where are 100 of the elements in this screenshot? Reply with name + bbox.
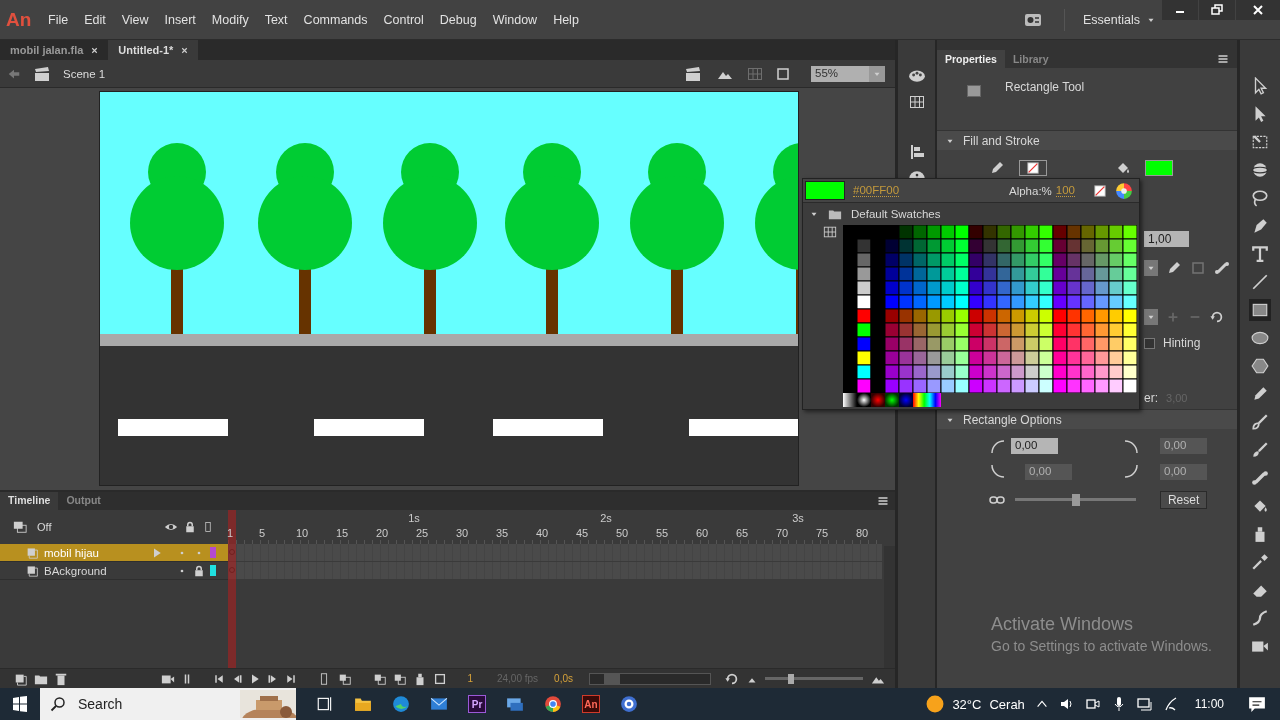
minimize-icon[interactable] (1162, 0, 1198, 20)
curve-tool-icon[interactable] (1251, 609, 1269, 627)
document-tab[interactable]: mobil jalan.fla (0, 40, 109, 60)
panel-tab[interactable]: Library (1004, 50, 1057, 68)
temperature[interactable]: 32°C (952, 696, 982, 712)
layer-color-swatch[interactable] (210, 565, 216, 576)
lock-icon[interactable] (193, 564, 205, 577)
frame-number: 40 (535, 527, 549, 539)
elapsed-time[interactable]: 0,0s (554, 673, 573, 684)
menu-item[interactable]: Debug (431, 12, 485, 27)
slider-thumb[interactable] (788, 673, 795, 684)
browser-icon[interactable] (544, 695, 562, 713)
swatch-grid[interactable] (843, 225, 1137, 393)
task-view-icon[interactable] (316, 695, 334, 713)
taskbar-app-button[interactable]: An (582, 695, 600, 713)
lasso-icon[interactable] (1251, 189, 1269, 207)
globe-icon[interactable] (1251, 161, 1269, 179)
polygon-tool-icon[interactable] (1251, 357, 1269, 375)
current-color-swatch[interactable] (805, 181, 845, 200)
reset-icon[interactable] (1210, 310, 1224, 324)
speaker-icon[interactable] (1058, 696, 1075, 712)
color-wheel-icon[interactable] (1115, 181, 1133, 200)
pencil-icon[interactable] (1166, 260, 1182, 276)
alpha-value[interactable]: 100 (1055, 184, 1075, 197)
taskbar-app-button[interactable]: Pr (468, 695, 486, 713)
menu-item[interactable]: Insert (156, 12, 204, 27)
menu-item[interactable]: Window (484, 12, 546, 27)
network-icon[interactable] (1136, 696, 1153, 712)
layer-color-swatch[interactable] (210, 547, 216, 558)
dropdown[interactable] (1144, 260, 1158, 276)
menu-item[interactable]: Help (545, 12, 587, 27)
weather-icon[interactable] (926, 695, 945, 713)
last-frame-icon[interactable] (285, 672, 298, 685)
pen-icon[interactable] (1251, 217, 1269, 235)
panel-tab[interactable]: Timeline (0, 492, 59, 510)
zoom-field[interactable]: 55% (811, 65, 869, 82)
first-frame-icon[interactable] (213, 672, 226, 685)
grid-icon[interactable] (823, 225, 837, 239)
menu-item[interactable]: Commands (295, 12, 376, 27)
zoom-dropdown[interactable] (869, 65, 885, 82)
gear-icon[interactable] (620, 695, 638, 713)
rectangle-tool-icon[interactable] (1251, 301, 1269, 319)
fill-color-swatch[interactable] (1145, 160, 1173, 176)
hex-value[interactable]: #00FF00 (853, 184, 900, 197)
search-field[interactable]: Search (40, 688, 296, 720)
bone-icon[interactable] (1251, 469, 1269, 487)
menu-item[interactable]: Control (375, 12, 432, 27)
pencil-icon[interactable] (1251, 385, 1269, 403)
stroke-color-swatch[interactable] (1019, 160, 1047, 176)
monitor-icon[interactable] (506, 695, 524, 713)
stroke-width-field[interactable]: 1,00 (1144, 231, 1189, 247)
swatch-group-name[interactable]: Default Swatches (851, 208, 941, 220)
panel-tab[interactable]: Output (58, 492, 109, 510)
reset-button[interactable]: Reset (1160, 490, 1207, 509)
hinting-checkbox[interactable] (1144, 337, 1155, 349)
brush-icon[interactable] (1251, 441, 1269, 459)
menu-item[interactable]: Edit (76, 12, 114, 27)
clapper-icon[interactable] (683, 65, 703, 82)
oval-tool-icon[interactable] (1251, 329, 1269, 347)
menu-item[interactable]: File (40, 12, 77, 27)
clock[interactable]: 11:00 (1194, 697, 1224, 711)
close-icon[interactable] (90, 45, 100, 55)
layers-icon[interactable] (13, 520, 27, 534)
close-icon[interactable] (180, 45, 190, 55)
no-color-icon[interactable] (1093, 183, 1107, 198)
menu-item[interactable]: Modify (203, 12, 257, 27)
workspace-menu[interactable]: Essentials (1083, 12, 1156, 27)
free-transform-icon[interactable] (1251, 133, 1269, 151)
browser-icon[interactable] (392, 695, 410, 713)
paint-brush-icon[interactable] (1251, 413, 1269, 431)
document-tab[interactable]: Untitled-1* (108, 40, 199, 60)
outline-icon[interactable] (202, 520, 214, 534)
eyedropper-icon[interactable] (1251, 553, 1269, 571)
gradient-swatches[interactable] (843, 393, 941, 407)
current-frame[interactable]: 1 (467, 673, 473, 684)
mail-icon[interactable] (430, 695, 448, 713)
notification-icon[interactable] (1248, 695, 1266, 713)
trash-icon[interactable] (54, 671, 68, 686)
folder-icon[interactable] (354, 695, 372, 713)
frame-number: 5 (258, 527, 266, 539)
line-tool-icon[interactable] (1251, 273, 1269, 291)
grid-icon[interactable] (907, 94, 926, 110)
close-icon[interactable] (1236, 0, 1280, 20)
dropdown[interactable] (1144, 309, 1158, 325)
menu-icon[interactable] (1217, 53, 1229, 65)
restore-icon[interactable] (1199, 0, 1235, 20)
section-header[interactable]: Fill and Stroke (963, 133, 1040, 148)
corner-radius-field[interactable]: 0,00 (1011, 437, 1058, 454)
menu-item[interactable]: Text (256, 12, 296, 27)
lock-icon[interactable] (184, 520, 196, 534)
windows-logo-icon[interactable] (12, 696, 28, 712)
weather-text[interactable]: Cerah (989, 696, 1025, 712)
scrollbar[interactable] (589, 672, 711, 685)
text-tool-icon[interactable] (1251, 245, 1269, 263)
panel-tab[interactable]: Properties (937, 50, 1005, 68)
slider-thumb[interactable] (1071, 493, 1080, 506)
menu-icon[interactable] (877, 495, 889, 507)
scroll-thumb[interactable] (604, 673, 620, 684)
menu-item[interactable]: View (113, 12, 157, 27)
layer-row[interactable]: BAckground (0, 562, 228, 580)
